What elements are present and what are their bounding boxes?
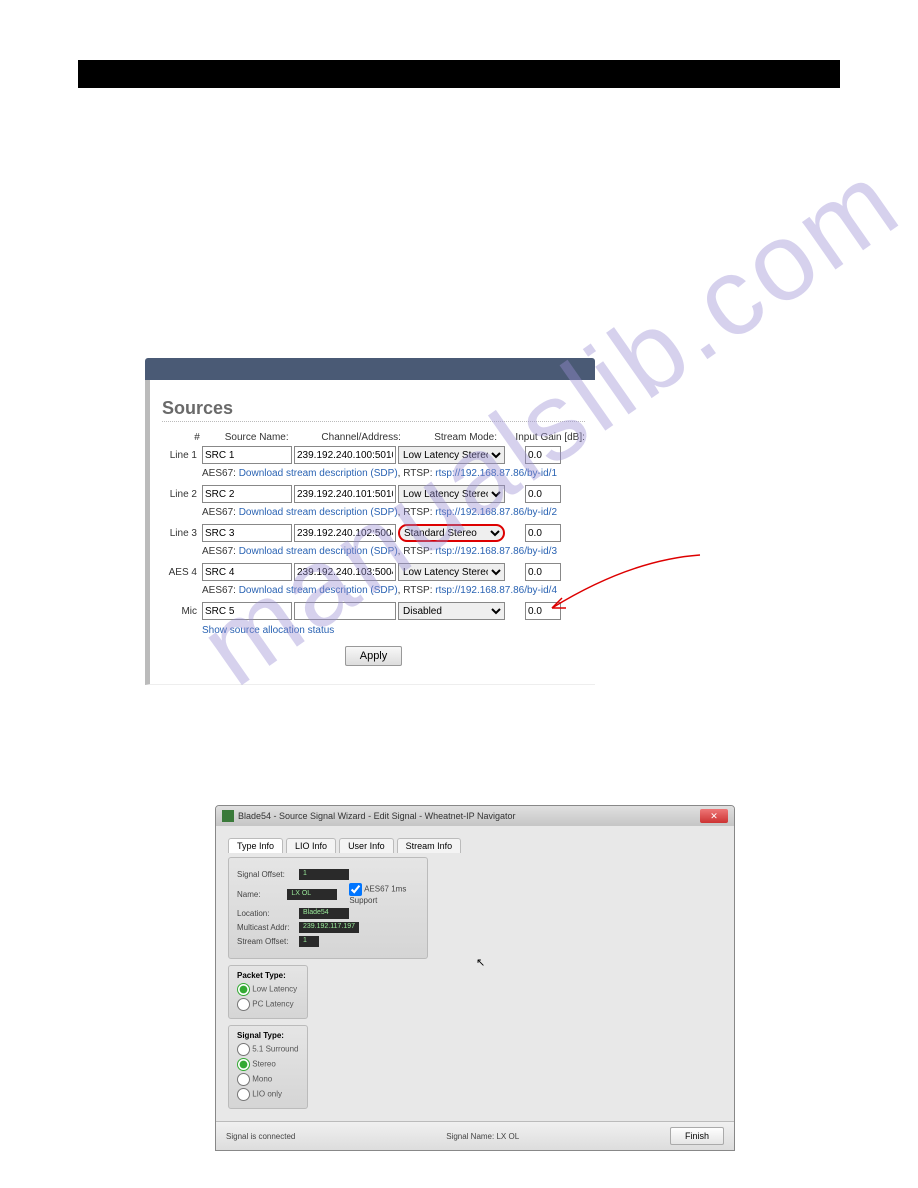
location-value[interactable]: Blade54 <box>299 908 349 919</box>
sdp-link[interactable]: Download stream description (SDP) <box>239 585 398 596</box>
document-header-bar <box>78 60 840 88</box>
cursor-icon: ↖ <box>476 956 485 969</box>
panel-title: Sources <box>162 398 585 422</box>
group-title: Signal Type: <box>237 1031 299 1040</box>
source-name-input[interactable] <box>202 602 292 620</box>
name-value[interactable]: LX OL <box>287 889 337 900</box>
input-gain-field[interactable] <box>525 446 561 464</box>
input-gain-field[interactable] <box>525 563 561 581</box>
field-label: Signal Offset: <box>237 870 295 879</box>
type-info-panel: Signal Offset: 1 Name: LX OL AES67 1ms Sup… <box>228 857 428 959</box>
source-row: Mic Disabled <box>162 602 585 620</box>
input-gain-field[interactable] <box>525 524 561 542</box>
field-label: Multicast Addr: <box>237 923 295 932</box>
sdp-link[interactable]: Download stream description (SDP) <box>239 546 398 557</box>
status-text: Signal is connected <box>226 1132 295 1141</box>
sources-panel: Sources # Source Name: Channel/Address: … <box>145 358 595 685</box>
signal-offset-value[interactable]: 1 <box>299 869 349 880</box>
tab-stream-info[interactable]: Stream Info <box>397 838 462 853</box>
row-label: Line 3 <box>162 528 200 539</box>
sdp-link[interactable]: Download stream description (SDP) <box>239 468 398 479</box>
rtsp-link[interactable]: rtsp://192.168.87.86/by-id/3 <box>435 546 557 557</box>
tab-lio-info[interactable]: LIO Info <box>286 838 336 853</box>
source-name-input[interactable] <box>202 563 292 581</box>
stream-mode-select[interactable]: Standard Stereo <box>398 524 505 542</box>
row-label: AES 4 <box>162 567 200 578</box>
rtsp-link[interactable]: rtsp://192.168.87.86/by-id/4 <box>435 585 557 596</box>
radio-pc-latency[interactable]: PC Latency <box>237 998 299 1011</box>
channel-address-input[interactable] <box>294 524 396 542</box>
source-row: AES 4 Low Latency Stereo <box>162 563 585 581</box>
input-gain-field[interactable] <box>525 602 561 620</box>
tab-type-info[interactable]: Type Info <box>228 838 283 853</box>
tab-strip: Type Info LIO Info User Info Stream Info <box>228 838 722 853</box>
radio-low-latency[interactable]: Low Latency <box>237 983 299 996</box>
app-icon <box>222 810 234 822</box>
source-name-input[interactable] <box>202 524 292 542</box>
channel-address-input[interactable] <box>294 602 396 620</box>
source-row: Line 3 Standard Stereo <box>162 524 585 542</box>
multicast-value[interactable]: 239.192.117.197 <box>299 922 359 933</box>
stream-mode-select[interactable]: Low Latency Stereo <box>398 563 505 581</box>
packet-type-group: Packet Type: Low Latency PC Latency <box>228 965 308 1019</box>
close-icon[interactable]: ✕ <box>700 809 728 823</box>
signal-name-text: Signal Name: LX OL <box>446 1132 519 1141</box>
panel-header <box>145 358 595 380</box>
source-name-input[interactable] <box>202 446 292 464</box>
rtsp-link[interactable]: rtsp://192.168.87.86/by-id/1 <box>435 468 557 479</box>
signal-type-group: Signal Type: 5.1 Surround Stereo Mono LI… <box>228 1025 308 1109</box>
stream-offset-value[interactable]: 1 <box>299 936 319 947</box>
show-allocation-link[interactable]: Show source allocation status <box>202 625 585 636</box>
window-titlebar[interactable]: Blade54 - Source Signal Wizard - Edit Si… <box>216 806 734 826</box>
field-label: Name: <box>237 890 283 899</box>
input-gain-field[interactable] <box>525 485 561 503</box>
radio-stereo[interactable]: Stereo <box>237 1058 299 1071</box>
aes67-links: AES67: Download stream description (SDP)… <box>202 506 585 521</box>
finish-button[interactable]: Finish <box>670 1127 724 1145</box>
group-title: Packet Type: <box>237 971 299 980</box>
aes67-links: AES67: Download stream description (SDP)… <box>202 545 585 560</box>
field-label: Stream Offset: <box>237 937 295 946</box>
source-row: Line 1 Low Latency Stereo <box>162 446 585 464</box>
radio-mono[interactable]: Mono <box>237 1073 299 1086</box>
signal-wizard-window: Blade54 - Source Signal Wizard - Edit Si… <box>215 805 735 1151</box>
source-row: Line 2 Low Latency Stereo <box>162 485 585 503</box>
stream-mode-select[interactable]: Low Latency Stereo <box>398 485 505 503</box>
row-label: Line 2 <box>162 489 200 500</box>
stream-mode-select[interactable]: Disabled <box>398 602 505 620</box>
channel-address-input[interactable] <box>294 563 396 581</box>
aes67-checkbox[interactable]: AES67 1ms Support <box>349 883 419 905</box>
aes67-links: AES67: Download stream description (SDP)… <box>202 584 585 599</box>
aes67-links: AES67: Download stream description (SDP)… <box>202 467 585 482</box>
radio-surround[interactable]: 5.1 Surround <box>237 1043 299 1056</box>
rtsp-link[interactable]: rtsp://192.168.87.86/by-id/2 <box>435 507 557 518</box>
column-headers: # Source Name: Channel/Address: Stream M… <box>162 432 585 443</box>
radio-lio[interactable]: LIO only <box>237 1088 299 1101</box>
row-label: Mic <box>162 606 200 617</box>
channel-address-input[interactable] <box>294 485 396 503</box>
sdp-link[interactable]: Download stream description (SDP) <box>239 507 398 518</box>
apply-button[interactable]: Apply <box>345 646 403 666</box>
window-title: Blade54 - Source Signal Wizard - Edit Si… <box>238 811 515 821</box>
row-label: Line 1 <box>162 450 200 461</box>
source-name-input[interactable] <box>202 485 292 503</box>
window-footer: Signal is connected Signal Name: LX OL F… <box>216 1121 734 1150</box>
stream-mode-select[interactable]: Low Latency Stereo <box>398 446 505 464</box>
tab-user-info[interactable]: User Info <box>339 838 394 853</box>
field-label: Location: <box>237 909 295 918</box>
channel-address-input[interactable] <box>294 446 396 464</box>
